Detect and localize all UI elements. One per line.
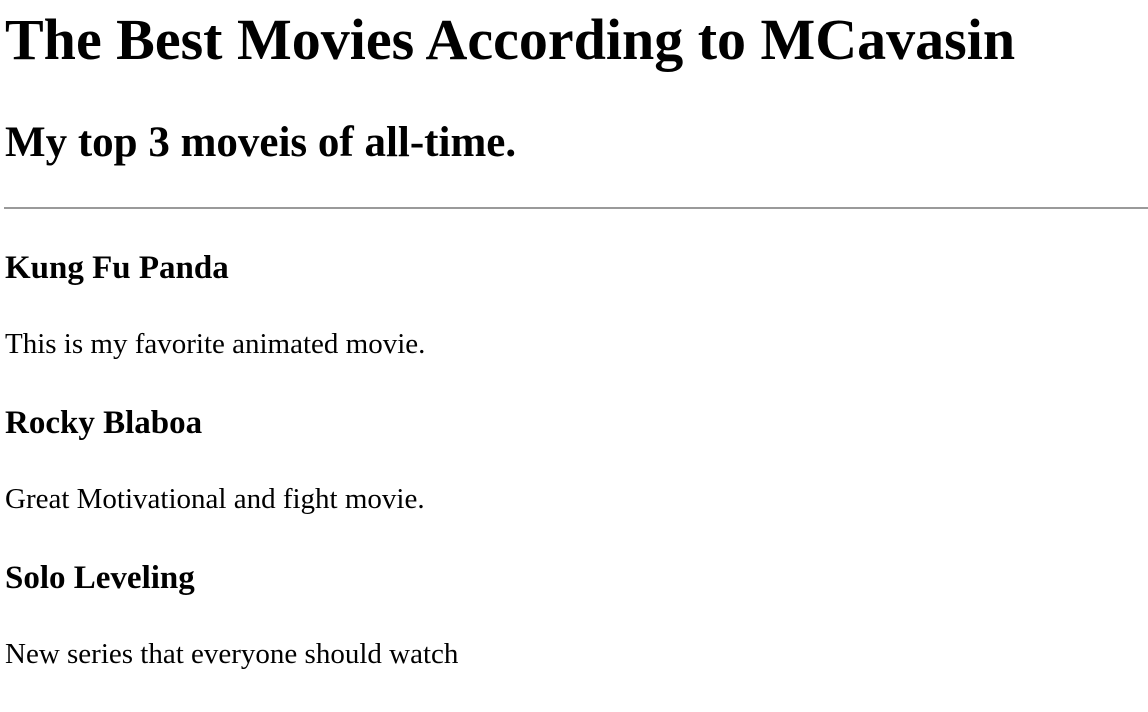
page-subtitle: My top 3 moveis of all-time. (5, 119, 517, 166)
movie-title: Solo Leveling (5, 560, 195, 596)
movie-item-solo-leveling: Solo Leveling New series that everyone s… (5, 559, 1143, 671)
movie-description: Great Motivational and fight movie. (5, 483, 425, 515)
movie-item-kung-fu-panda: Kung Fu Panda This is my favorite animat… (5, 249, 1143, 361)
movie-description: This is my favorite animated movie. (5, 328, 426, 360)
movie-item-rocky-blaboa: Rocky Blaboa Great Motivational and figh… (5, 404, 1143, 516)
movie-title: Rocky Blaboa (5, 405, 203, 441)
divider (4, 207, 1148, 209)
page-title: The Best Movies According to MCavasin (5, 7, 1016, 72)
movie-description: New series that everyone should watch (5, 638, 459, 670)
movie-title: Kung Fu Panda (5, 250, 229, 286)
page: The Best Movies According to MCavasin My… (0, 0, 1148, 671)
